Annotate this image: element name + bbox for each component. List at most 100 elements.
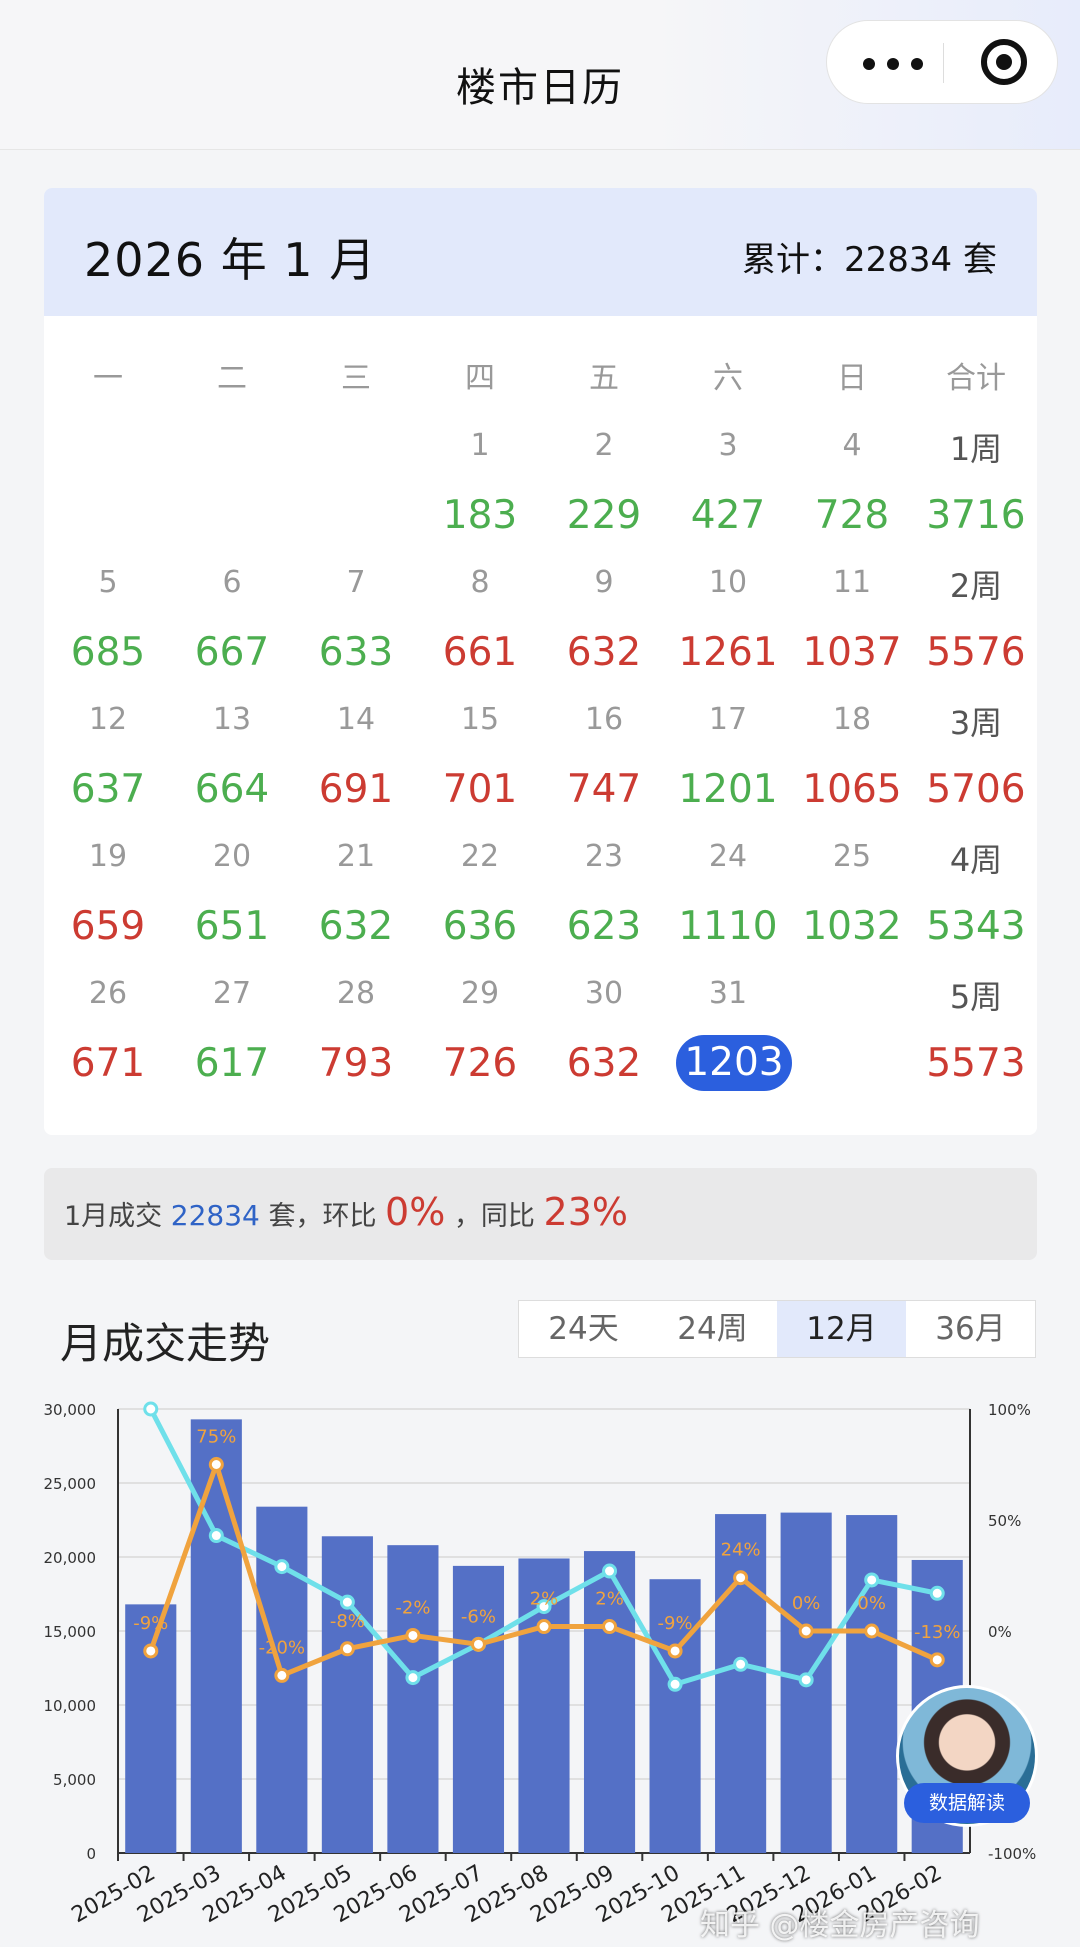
summary-prefix: 1月成交: [64, 1201, 163, 1232]
series-point: [798, 1623, 814, 1639]
data-label: -9%: [658, 1613, 693, 1634]
data-label: 0%: [857, 1593, 886, 1614]
day-sales-value[interactable]: 427: [666, 493, 790, 538]
day-sales-value[interactable]: 793: [294, 1041, 418, 1086]
summary-text: 1月成交 22834 套，环比 0% ，同比 23%: [64, 1190, 628, 1234]
day-number: 2: [594, 428, 614, 463]
more-icon[interactable]: [857, 43, 929, 83]
watermark: 知乎 @楼金房产咨询: [700, 1908, 980, 1943]
day-sales-value[interactable]: 623: [542, 904, 666, 949]
series-point: [864, 1572, 880, 1588]
day-number: 15: [460, 702, 500, 737]
day-sales-value[interactable]: 667: [170, 630, 294, 675]
day-sales-value[interactable]: 1037: [790, 630, 914, 675]
day-number: 26: [88, 976, 128, 1011]
day-sales-value[interactable]: 728: [790, 493, 914, 538]
series-point: [143, 1401, 159, 1417]
data-label: -9%: [133, 1613, 168, 1634]
day-number: 4: [842, 428, 862, 463]
series-point: [339, 1594, 355, 1610]
data-label: 24%: [721, 1540, 761, 1561]
summary-amount: 22834: [170, 1199, 260, 1232]
summary-yoy: 23%: [543, 1190, 628, 1234]
day-sales-value[interactable]: 1201: [666, 767, 790, 812]
day-sales-value[interactable]: 1065: [790, 767, 914, 812]
day-number: 28: [336, 976, 376, 1011]
week-label: 5周: [949, 978, 1003, 1016]
day-sales-value[interactable]: 685: [46, 630, 170, 675]
week-total: 5706: [926, 767, 1026, 812]
day-number: 16: [584, 702, 624, 737]
day-sales-value[interactable]: 229: [542, 493, 666, 538]
tab-24-days[interactable]: 24天: [519, 1301, 648, 1357]
summary-mid: 套，环比: [268, 1201, 377, 1232]
calendar-card: 2026 年 1 月 累计：22834 套 一二三四五六日合计 1 183 2 229 3…: [44, 188, 1037, 1135]
data-interpretation-button[interactable]: 数据解读: [904, 1783, 1030, 1823]
day-sales-value[interactable]: 661: [418, 630, 542, 675]
day-sales-value[interactable]: 664: [170, 767, 294, 812]
weekday-header: 日: [837, 361, 867, 396]
day-sales-value[interactable]: 1261: [666, 630, 790, 675]
month-summary: 1月成交 22834 套，环比 0% ，同比 23%: [44, 1168, 1037, 1260]
day-sales-value[interactable]: 747: [542, 767, 666, 812]
bar: [846, 1515, 898, 1853]
y2-tick-label: -100%: [988, 1845, 1036, 1863]
bar: [190, 1419, 242, 1853]
day-sales-value[interactable]: 632: [542, 1041, 666, 1086]
series-point: [208, 1528, 224, 1544]
data-label: 2%: [530, 1589, 559, 1610]
day-number: 5: [98, 565, 118, 600]
day-sales-value[interactable]: 701: [418, 767, 542, 812]
bar: [387, 1545, 439, 1853]
day-number: 7: [346, 565, 366, 600]
day-sales-value[interactable]: 1110: [666, 904, 790, 949]
day-number: 9: [594, 565, 614, 600]
day-sales-value[interactable]: 659: [46, 904, 170, 949]
day-number: 22: [460, 839, 500, 874]
tab-12-months[interactable]: 12月: [777, 1301, 906, 1357]
day-sales-value[interactable]: 183: [418, 493, 542, 538]
week-total: 5343: [926, 904, 1026, 949]
day-sales-value[interactable]: 637: [46, 767, 170, 812]
series-point: [602, 1563, 618, 1579]
y2-tick-label: 50%: [988, 1512, 1021, 1530]
day-sales-value[interactable]: 636: [418, 904, 542, 949]
summary-sep: ，同比: [453, 1201, 535, 1232]
day-number: 24: [708, 839, 748, 874]
day-number: 27: [212, 976, 252, 1011]
series-point: [929, 1652, 945, 1668]
selected-day-value[interactable]: 1203: [676, 1035, 792, 1091]
day-sales-value[interactable]: 617: [170, 1041, 294, 1086]
series-point: [733, 1656, 749, 1672]
day-number: 23: [584, 839, 624, 874]
bar: [321, 1536, 373, 1853]
bar: [715, 1514, 767, 1853]
series-point: [470, 1636, 486, 1652]
day-sales-value[interactable]: 671: [46, 1041, 170, 1086]
day-number: 25: [832, 839, 872, 874]
summary-mom: 0%: [385, 1190, 446, 1234]
month-title[interactable]: 2026 年 1 月: [84, 224, 376, 290]
day-sales-value[interactable]: 1032: [790, 904, 914, 949]
day-sales-value[interactable]: 632: [294, 904, 418, 949]
series-point: [405, 1627, 421, 1643]
day-sales-value[interactable]: 633: [294, 630, 418, 675]
mini-program-capsule: [826, 20, 1058, 104]
day-sales-value[interactable]: 651: [170, 904, 294, 949]
trend-title: 月成交走势: [60, 1319, 271, 1368]
series-point: [602, 1619, 618, 1635]
tab-24-weeks[interactable]: 24周: [648, 1301, 777, 1357]
y2-tick-label: 0%: [988, 1623, 1012, 1641]
weekday-header: 五: [589, 361, 619, 396]
day-sales-value[interactable]: 632: [542, 630, 666, 675]
day-sales-value[interactable]: 691: [294, 767, 418, 812]
calendar-header: 2026 年 1 月 累计：22834 套: [44, 188, 1037, 316]
series-point: [274, 1559, 290, 1575]
series-point: [143, 1643, 159, 1659]
week-label: 3周: [949, 704, 1003, 742]
day-sales-value[interactable]: 726: [418, 1041, 542, 1086]
bar: [125, 1604, 177, 1853]
tab-36-months[interactable]: 36月: [906, 1301, 1035, 1357]
close-target-icon[interactable]: [981, 39, 1027, 85]
series-point: [208, 1457, 224, 1472]
